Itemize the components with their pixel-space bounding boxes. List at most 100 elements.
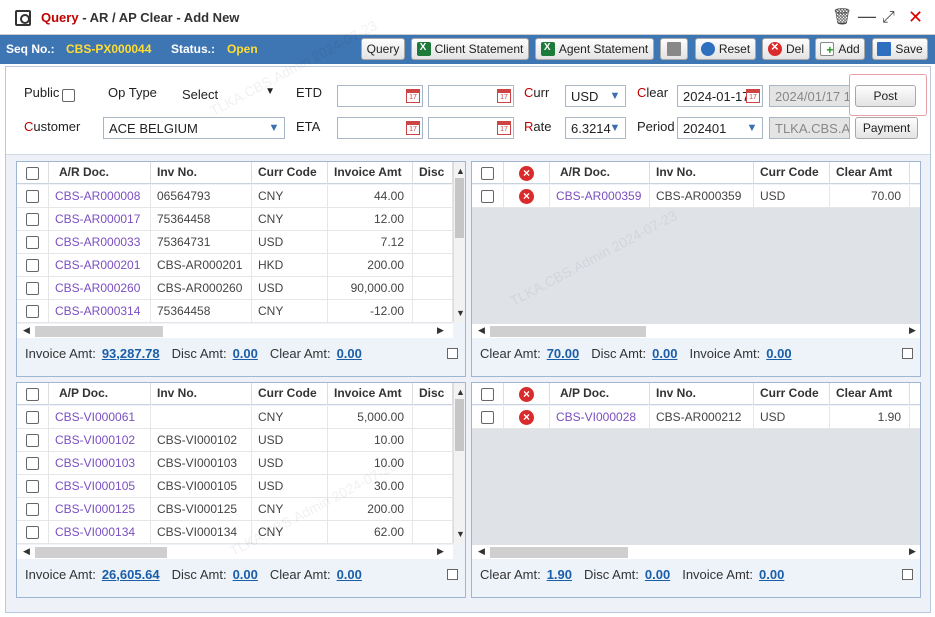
table-row[interactable]: CBS-VI000102 CBS-VI000102 USD 10.00 [17,429,453,452]
expand-icon[interactable] [447,348,458,359]
table-row[interactable]: × CBS-AR000359 CBS-AR000359 USD 70.00 [472,185,920,208]
table-row[interactable]: CBS-AR000008 06564793 CNY 44.00 [17,185,453,208]
clear-amt-cell[interactable]: 70.00 [830,185,910,208]
disc-amt-total[interactable]: 0.00 [233,567,258,582]
remove-all-icon[interactable]: × [519,165,534,181]
scroll-right-icon[interactable]: ▶ [437,325,444,336]
row-checkbox[interactable] [26,305,39,318]
clear-amt-cell[interactable]: 1.90 [830,406,910,429]
col-clear-amt[interactable]: Clear Amt [830,162,910,184]
row-checkbox[interactable] [26,411,39,424]
ap-doc-link[interactable]: CBS-VI000125 [49,498,151,521]
col-curr-code[interactable]: Curr Code [754,383,830,405]
table-row[interactable]: CBS-VI000134 CBS-VI000134 CNY 62.00 [17,521,453,544]
scroll-left-icon[interactable]: ◀ [23,325,30,336]
period-select[interactable]: 202401 ▼ [677,117,763,139]
invoice-amt-total[interactable]: 0.00 [759,567,784,582]
calendar-icon[interactable]: 17 [497,89,511,103]
col-curr-code[interactable]: Curr Code [252,162,328,184]
row-checkbox[interactable] [26,457,39,470]
ap-doc-link[interactable]: CBS-VI000134 [49,521,151,544]
table-row[interactable]: CBS-VI000103 CBS-VI000103 USD 10.00 [17,452,453,475]
row-checkbox[interactable] [26,503,39,516]
ap-doc-link[interactable]: CBS-VI000103 [49,452,151,475]
expand-icon[interactable] [902,348,913,359]
scroll-left-icon[interactable]: ◀ [478,546,485,557]
select-all-checkbox[interactable] [26,387,39,401]
public-checkbox[interactable] [62,89,75,102]
etd-to-input[interactable]: 17 [428,85,514,107]
clear-date-input[interactable]: 2024-01-17 17 [677,85,763,107]
delete-button[interactable]: Del [762,38,810,60]
col-ar-doc[interactable]: A/R Doc. [550,162,650,184]
table-row[interactable]: CBS-VI000061 CNY 5,000.00 [17,406,453,429]
remove-all-icon[interactable]: × [519,386,534,402]
rate-input[interactable]: 6.3214 ▼ [565,117,626,139]
calendar-icon[interactable]: 17 [497,121,511,135]
table-row[interactable]: CBS-AR000260 CBS-AR000260 USD 90,000.00 [17,277,453,300]
table-row[interactable]: CBS-AR000314 75364458 CNY -12.00 [17,300,453,323]
select-all-checkbox[interactable] [26,166,39,180]
calendar-icon[interactable]: 17 [406,89,420,103]
ar-vertical-scrollbar[interactable]: ▲ ▼ [453,162,465,322]
scroll-thumb[interactable] [490,547,628,558]
client-statement-button[interactable]: Client Statement [411,38,529,60]
minimize-icon[interactable]: — [858,7,876,25]
col-curr-code[interactable]: Curr Code [754,162,830,184]
scroll-thumb[interactable] [455,178,464,238]
table-row[interactable]: × CBS-VI000028 CBS-AR000212 USD 1.90 [472,406,920,429]
row-checkbox[interactable] [26,526,39,539]
print-button[interactable] [660,38,688,60]
row-checkbox[interactable] [26,213,39,226]
col-ar-doc[interactable]: A/R Doc. [49,162,151,184]
col-ap-doc[interactable]: A/P Doc. [49,383,151,405]
trash-icon[interactable]: 🗑 [832,9,852,27]
ar-doc-link[interactable]: CBS-AR000008 [49,185,151,208]
ap-clear-horizontal-scrollbar[interactable]: ◀ ▶ [472,545,920,559]
calendar-icon[interactable]: 17 [746,89,760,103]
scroll-right-icon[interactable]: ▶ [437,546,444,557]
query-button[interactable]: Query [361,38,405,60]
expand-icon[interactable] [902,569,913,580]
row-checkbox[interactable] [26,259,39,272]
row-checkbox[interactable] [481,190,494,203]
scroll-thumb[interactable] [455,399,464,451]
scroll-up-icon[interactable]: ▲ [456,166,465,176]
row-checkbox[interactable] [26,236,39,249]
ar-horizontal-scrollbar[interactable]: ◀ ▶ [17,324,453,338]
col-ap-doc[interactable]: A/P Doc. [550,383,650,405]
op-type-select[interactable]: Select ▼ [176,83,280,105]
ar-doc-link[interactable]: CBS-AR000017 [49,208,151,231]
ar-doc-link[interactable]: CBS-AR000260 [49,277,151,300]
ar-doc-link[interactable]: CBS-AR000033 [49,231,151,254]
scroll-thumb[interactable] [490,326,646,337]
clear-amt-total[interactable]: 0.00 [337,346,362,361]
col-curr-code[interactable]: Curr Code [252,383,328,405]
table-row[interactable]: CBS-VI000125 CBS-VI000125 CNY 200.00 [17,498,453,521]
scroll-right-icon[interactable]: ▶ [909,546,916,557]
remove-row-icon[interactable]: × [519,410,534,425]
reset-button[interactable]: Reset [695,38,756,60]
scroll-down-icon[interactable]: ▼ [456,529,465,539]
disc-amt-total[interactable]: 0.00 [645,567,670,582]
col-invoice-amt[interactable]: Invoice Amt [328,162,413,184]
scroll-down-icon[interactable]: ▼ [456,308,465,318]
payment-button[interactable]: Payment [855,117,918,139]
clear-amt-total[interactable]: 0.00 [337,567,362,582]
eta-to-input[interactable]: 17 [428,117,514,139]
col-disc[interactable]: Disc [413,162,453,184]
table-row[interactable]: CBS-AR000201 CBS-AR000201 HKD 200.00 [17,254,453,277]
invoice-amt-total[interactable]: 0.00 [766,346,791,361]
row-checkbox[interactable] [26,282,39,295]
scroll-thumb[interactable] [35,326,163,337]
ap-vertical-scrollbar[interactable]: ▲ ▼ [453,383,465,543]
ar-clear-horizontal-scrollbar[interactable]: ◀ ▶ [472,324,920,338]
row-checkbox[interactable] [26,480,39,493]
col-inv-no[interactable]: Inv No. [151,162,252,184]
ap-doc-link[interactable]: CBS-VI000028 [550,406,650,429]
row-checkbox[interactable] [26,190,39,203]
ar-doc-link[interactable]: CBS-AR000359 [550,185,650,208]
save-button[interactable]: Save [872,38,928,60]
currency-select[interactable]: USD ▼ [565,85,626,107]
clear-amt-total[interactable]: 70.00 [547,346,580,361]
